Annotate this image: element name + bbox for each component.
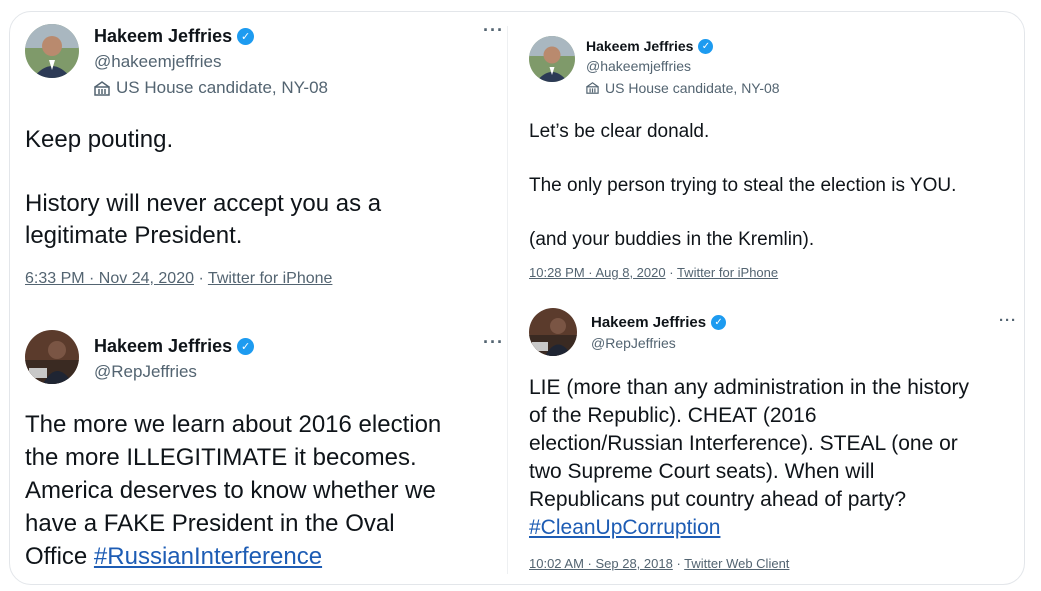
avatar[interactable] bbox=[529, 308, 577, 356]
author-name[interactable]: Hakeem Jeffries bbox=[591, 314, 706, 331]
author-info: Hakeem Jeffries ✓ @RepJeffries bbox=[591, 314, 727, 351]
author-name[interactable]: Hakeem Jeffries bbox=[586, 38, 693, 54]
building-icon bbox=[586, 82, 599, 94]
candidate-label: US House candidate, NY-08 bbox=[94, 78, 328, 98]
tweet-timestamp-row: 10:28 PM · Aug 8, 2020 · Twitter for iPh… bbox=[529, 265, 778, 280]
separator-dot: · bbox=[676, 556, 685, 571]
candidate-label-text: US House candidate, NY-08 bbox=[605, 80, 780, 96]
tweet-source[interactable]: Twitter Web Client bbox=[684, 556, 789, 571]
more-options-icon[interactable]: ··· bbox=[483, 332, 504, 353]
verified-badge-icon: ✓ bbox=[698, 38, 714, 54]
verified-badge-icon: ✓ bbox=[237, 338, 255, 355]
verified-badge-icon: ✓ bbox=[711, 315, 727, 330]
avatar[interactable] bbox=[25, 330, 79, 384]
tweet-timestamp[interactable]: 6:33 PM · Nov 24, 2020 bbox=[25, 270, 194, 287]
tweet-card[interactable]: Hakeem Jeffries ✓ @RepJeffries ··· The m… bbox=[25, 330, 503, 570]
separator-dot: · bbox=[669, 265, 677, 280]
verified-badge-icon: ✓ bbox=[237, 28, 255, 45]
author-info: Hakeem Jeffries ✓ @hakeemjeffries US Hou… bbox=[94, 26, 328, 98]
tweet-card[interactable]: Hakeem Jeffries ✓ @RepJeffries ··· LIE (… bbox=[529, 308, 1019, 571]
author-handle[interactable]: @hakeemjeffries bbox=[94, 52, 328, 72]
tweet-text: Let’s be clear donald. The only person t… bbox=[529, 121, 957, 250]
hashtag-link[interactable]: #RussianInterference bbox=[94, 543, 322, 570]
tweet-header: Hakeem Jeffries ✓ @RepJeffries ··· bbox=[529, 308, 1019, 382]
tweet-source[interactable]: Twitter for iPhone bbox=[677, 265, 778, 280]
tweet-timestamp-row: 6:33 PM · Nov 24, 2020 · Twitter for iPh… bbox=[25, 270, 332, 288]
tweet-card[interactable]: Hakeem Jeffries ✓ @hakeemjeffries US Hou… bbox=[25, 20, 503, 287]
author-handle[interactable]: @RepJeffries bbox=[591, 335, 726, 351]
author-handle[interactable]: @RepJeffries bbox=[94, 362, 254, 382]
author-handle[interactable]: @hakeemjeffries bbox=[586, 58, 780, 74]
avatar[interactable] bbox=[25, 24, 79, 78]
more-options-icon[interactable]: ··· bbox=[999, 312, 1017, 329]
more-options-icon[interactable]: ··· bbox=[483, 20, 504, 41]
tweet-timestamp-row: 10:02 AM · Sep 28, 2018 · Twitter Web Cl… bbox=[529, 556, 789, 571]
tweet-text: LIE (more than any administration in the… bbox=[529, 374, 1017, 542]
hashtag-link[interactable]: #CleanUpCorruption bbox=[529, 516, 720, 539]
tweet-header: Hakeem Jeffries ✓ @RepJeffries ··· bbox=[25, 330, 503, 404]
candidate-label: US House candidate, NY-08 bbox=[586, 80, 780, 96]
avatar[interactable] bbox=[529, 36, 575, 82]
tweet-text: Keep pouting. History will never accept … bbox=[25, 126, 382, 249]
tweet-header: Hakeem Jeffries ✓ @hakeemjeffries US Hou… bbox=[25, 20, 503, 98]
tweet-card[interactable]: Hakeem Jeffries ✓ @hakeemjeffries US Hou… bbox=[529, 36, 1019, 280]
tweet-source[interactable]: Twitter for iPhone bbox=[208, 270, 333, 287]
author-info: Hakeem Jeffries ✓ @RepJeffries bbox=[94, 336, 255, 382]
tweet-timestamp[interactable]: 10:28 PM · Aug 8, 2020 bbox=[529, 265, 666, 280]
tweet-timestamp[interactable]: 10:02 AM · Sep 28, 2018 bbox=[529, 556, 673, 571]
separator-dot: · bbox=[198, 270, 208, 287]
tweet-text: The more we learn about 2016 election th… bbox=[25, 408, 505, 573]
tweet-header: Hakeem Jeffries ✓ @hakeemjeffries US Hou… bbox=[529, 36, 1019, 110]
building-icon bbox=[94, 80, 110, 96]
tweet-text-body: LIE (more than any administration in the… bbox=[529, 376, 970, 511]
author-name[interactable]: Hakeem Jeffries bbox=[94, 26, 232, 47]
column-divider bbox=[507, 26, 508, 574]
author-name[interactable]: Hakeem Jeffries bbox=[94, 336, 232, 357]
author-info: Hakeem Jeffries ✓ @hakeemjeffries US Hou… bbox=[586, 38, 780, 96]
candidate-label-text: US House candidate, NY-08 bbox=[116, 78, 329, 97]
